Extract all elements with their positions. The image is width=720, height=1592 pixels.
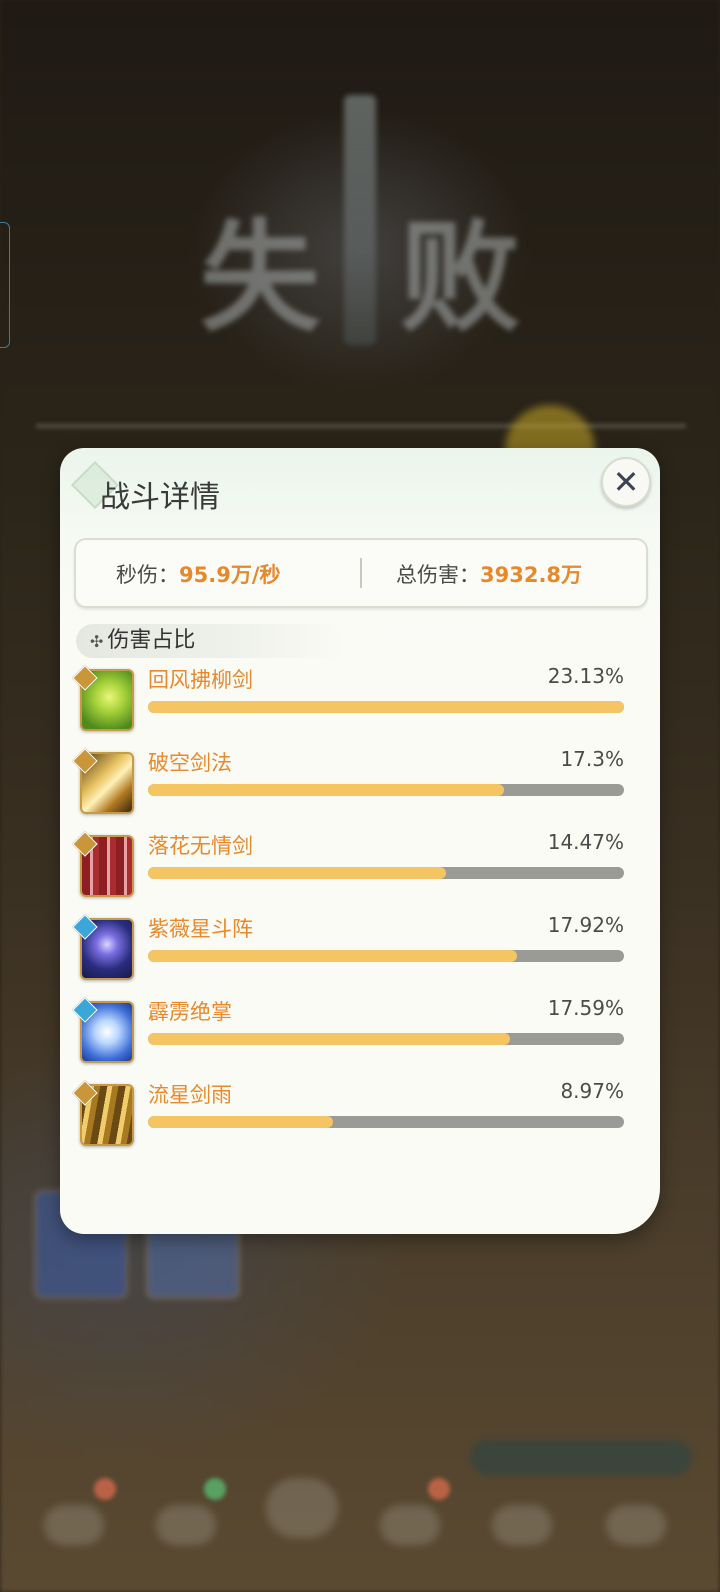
total-damage-stat: 总伤害：3932.8万 [396, 559, 582, 589]
skill-name: 霹雳绝掌 [148, 1000, 232, 1024]
star-array-icon[interactable] [72, 914, 134, 980]
section-title: 伤害占比 [107, 628, 196, 653]
damage-share-bar [148, 1033, 624, 1045]
side-tab[interactable] [0, 222, 10, 348]
notification-dot [204, 1478, 226, 1500]
skill-row: 紫薇星斗阵 17.92% [72, 913, 640, 983]
battle-details-dialog: 战斗详情 ✕ 秒伤：95.9万/秒 总伤害：3932.8万 ✣ 伤害占比 回风拂柳… [60, 448, 660, 1234]
sparkle-icon: ✣ [90, 632, 104, 651]
nav-button[interactable] [380, 1505, 440, 1545]
skill-percent: 17.92% [547, 913, 624, 937]
skill-type-badge-icon [72, 665, 98, 691]
skill-name: 落花无情剑 [148, 834, 253, 858]
skill-name: 紫薇星斗阵 [148, 917, 253, 941]
skill-percent: 17.59% [547, 996, 624, 1020]
nav-button[interactable] [606, 1505, 666, 1545]
skill-name: 破空剑法 [148, 751, 232, 775]
skill-type-badge-icon [72, 1080, 98, 1106]
dps-label: 秒伤： [116, 563, 179, 587]
skill-percent: 14.47% [547, 830, 624, 854]
notification-dot [428, 1478, 450, 1500]
skill-name: 回风拂柳剑 [148, 668, 253, 692]
dps-value: 95.9万/秒 [179, 563, 281, 587]
skill-row: 霹雳绝掌 17.59% [72, 996, 640, 1066]
nav-button-center[interactable] [266, 1478, 338, 1538]
skill-type-badge-icon [72, 997, 98, 1023]
skill-row: 流星剑雨 8.97% [72, 1079, 640, 1149]
damage-share-bar-fill [148, 701, 624, 713]
skill-row: 破空剑法 17.3% [72, 747, 640, 817]
notification-dot [94, 1478, 116, 1500]
red-swords-icon[interactable] [72, 831, 134, 897]
nav-button[interactable] [44, 1505, 104, 1545]
skill-percent: 17.3% [560, 747, 624, 771]
damage-share-bar-fill [148, 784, 505, 796]
stats-divider [360, 558, 362, 588]
sword-rain-icon[interactable] [72, 1080, 134, 1146]
damage-share-bar [148, 950, 624, 962]
skill-percent: 23.13% [547, 664, 624, 688]
damage-share-bar [148, 784, 624, 796]
close-icon: ✕ [612, 463, 640, 501]
damage-share-bar [148, 1116, 624, 1128]
damage-share-bar [148, 701, 624, 713]
defeat-title: 失败 [200, 207, 600, 348]
damage-share-bar-fill [148, 867, 446, 879]
nav-button[interactable] [492, 1505, 552, 1545]
damage-share-header: ✣ 伤害占比 [76, 624, 346, 658]
damage-share-bar [148, 867, 624, 879]
skill-type-badge-icon [72, 831, 98, 857]
dps-stat: 秒伤：95.9万/秒 [116, 559, 280, 589]
skill-row: 回风拂柳剑 23.13% [72, 664, 640, 734]
thunder-palm-icon[interactable] [72, 997, 134, 1063]
dialog-title: 战斗详情 [100, 480, 220, 515]
skill-type-badge-icon [72, 748, 98, 774]
total-damage-value: 3932.8万 [480, 563, 583, 587]
damage-share-bar-fill [148, 950, 517, 962]
close-button[interactable]: ✕ [601, 457, 651, 507]
golden-sword-strike-icon[interactable] [72, 748, 134, 814]
green-wind-sword-icon[interactable] [72, 665, 134, 731]
notice-pill [470, 1440, 692, 1476]
total-damage-label: 总伤害： [396, 563, 480, 587]
damage-share-bar-fill [148, 1033, 510, 1045]
nav-button[interactable] [156, 1505, 216, 1545]
skill-name: 流星剑雨 [148, 1083, 232, 1107]
skill-percent: 8.97% [560, 1079, 624, 1103]
damage-share-bar-fill [148, 1116, 333, 1128]
skill-row: 落花无情剑 14.47% [72, 830, 640, 900]
stats-panel: 秒伤：95.9万/秒 总伤害：3932.8万 [74, 538, 648, 608]
skill-type-badge-icon [72, 914, 98, 940]
